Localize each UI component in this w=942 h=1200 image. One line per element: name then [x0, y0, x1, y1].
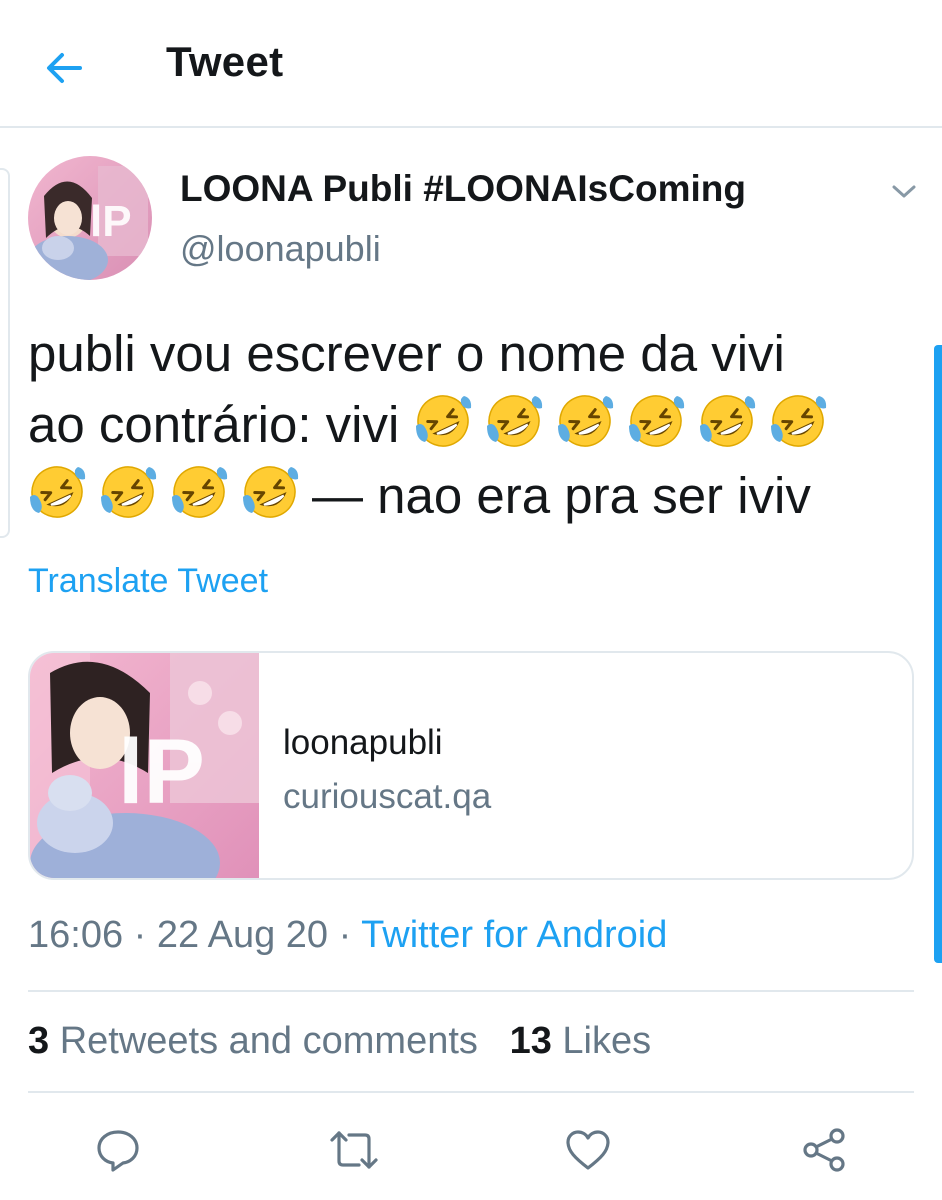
likes-count: 13 — [509, 1020, 552, 1062]
profile-avatar-image: lP — [28, 156, 152, 280]
rolling-on-floor-laughing-emoji-icon — [627, 392, 685, 450]
arrow-left-icon — [47, 53, 82, 83]
emoji-row — [28, 466, 312, 524]
card-thumbnail-image: lP — [30, 653, 259, 878]
author-display-name[interactable]: LOONA Publi #LOONAIsComing — [180, 168, 746, 210]
tweet-options-button[interactable] — [884, 172, 924, 212]
retweets-label: Retweets and comments — [59, 1020, 478, 1062]
like-button[interactable] — [558, 1120, 618, 1180]
tweet-text-line-3-suffix: — nao era pra ser iviv — [312, 467, 811, 524]
tweet-time: 16:06 — [28, 914, 124, 956]
thread-edge-marker — [0, 168, 10, 538]
tweet-text-line-2: ao contrário: vivi — [28, 389, 908, 460]
likes-label: Likes — [562, 1020, 652, 1062]
retweet-button[interactable] — [324, 1120, 384, 1180]
meta-separator: · — [338, 914, 352, 956]
rolling-on-floor-laughing-emoji-icon — [99, 463, 157, 521]
avatar[interactable]: lP — [28, 156, 152, 280]
meta-separator: · — [133, 914, 147, 956]
emoji-row — [414, 395, 840, 453]
divider — [28, 990, 914, 992]
card-thumb-logo-text: lP — [118, 721, 205, 823]
rolling-on-floor-laughing-emoji-icon — [170, 463, 228, 521]
link-preview-card[interactable]: lP loonapubli curiouscat.qa — [28, 651, 914, 880]
tweet-stats: 3 Retweets and comments 13 Likes — [28, 1020, 651, 1063]
tweet-text-line-3: — nao era pra ser iviv — [28, 460, 908, 531]
rolling-on-floor-laughing-emoji-icon — [556, 392, 614, 450]
rolling-on-floor-laughing-emoji-icon — [485, 392, 543, 450]
likes-stat[interactable]: 13 Likes — [510, 1020, 652, 1062]
chevron-down-icon — [892, 185, 916, 198]
card-domain: curiouscat.qa — [283, 777, 492, 816]
tweet-text-line-1: publi vou escrever o nome da vivi — [28, 325, 785, 382]
page-title: Tweet — [166, 38, 284, 85]
author-handle[interactable]: @loonapubli — [180, 228, 381, 270]
tweet-detail-page: Tweet lP LOONA Publi #LOONAIsComing @loo… — [0, 0, 942, 1200]
retweet-icon — [330, 1131, 378, 1169]
share-button[interactable] — [794, 1120, 854, 1180]
reply-icon — [97, 1130, 139, 1172]
rolling-on-floor-laughing-emoji-icon — [769, 392, 827, 450]
heart-icon — [566, 1130, 610, 1170]
scrollbar[interactable] — [934, 345, 942, 963]
retweets-stat[interactable]: 3 Retweets and comments — [28, 1020, 478, 1062]
rolling-on-floor-laughing-emoji-icon — [698, 392, 756, 450]
back-button[interactable] — [38, 42, 90, 94]
rolling-on-floor-laughing-emoji-icon — [241, 463, 299, 521]
tweet-text: publi vou escrever o nome da vivi ao con… — [28, 318, 908, 531]
reply-button[interactable] — [88, 1120, 148, 1180]
tweet-text-line-2-prefix: ao contrário: vivi — [28, 396, 400, 453]
avatar-logo-text: lP — [90, 197, 132, 246]
card-title: loonapubli — [283, 723, 443, 762]
top-app-bar: Tweet — [0, 0, 942, 128]
retweets-count: 3 — [28, 1020, 50, 1062]
tweet-source-link[interactable]: Twitter for Android — [361, 914, 667, 956]
tweet-date: 22 Aug 20 — [156, 914, 329, 956]
translate-tweet-link[interactable]: Translate Tweet — [28, 562, 268, 601]
tweet-meta: 16:06 · 22 Aug 20 · Twitter for Android — [28, 914, 667, 957]
share-icon — [803, 1128, 845, 1172]
rolling-on-floor-laughing-emoji-icon — [28, 463, 86, 521]
rolling-on-floor-laughing-emoji-icon — [414, 392, 472, 450]
divider — [28, 1091, 914, 1093]
